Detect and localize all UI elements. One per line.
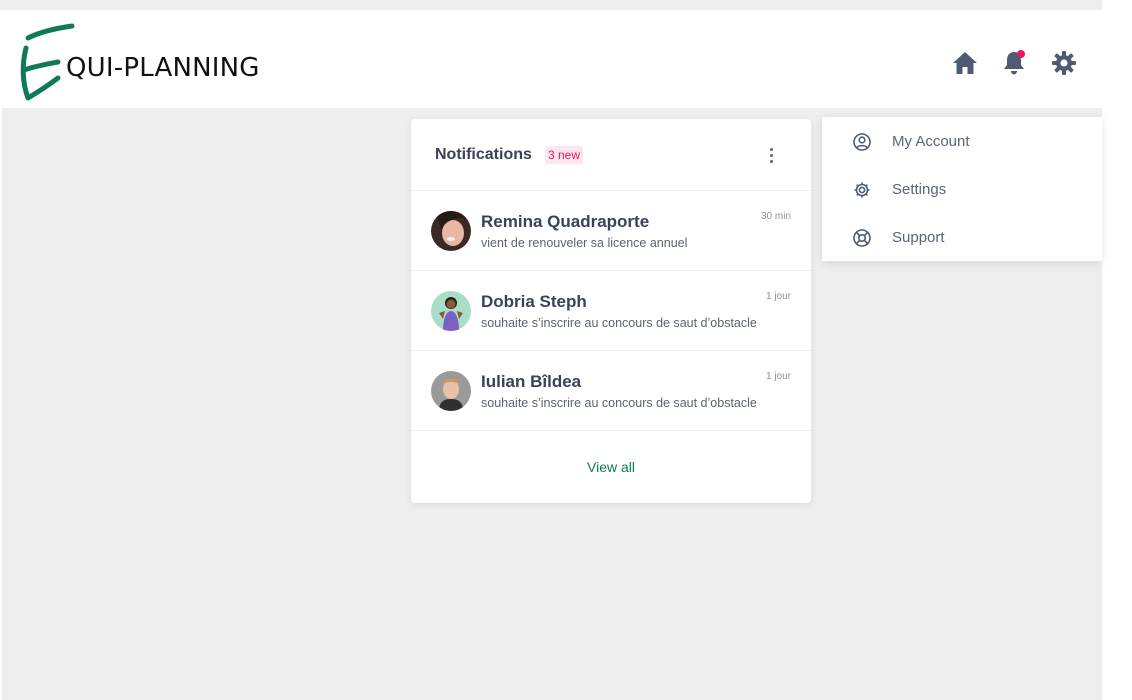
notifications-button[interactable] (999, 48, 1029, 78)
notifications-panel: Notifications 3 new Remina Quadraporte v… (411, 119, 811, 503)
new-count-badge: 3 new (545, 146, 584, 164)
notification-text: souhaite s’inscrire au concours de saut … (481, 396, 757, 410)
avatar (431, 371, 471, 411)
app-header: QUI-PLANNING (2, 10, 1102, 108)
brand-logo[interactable]: QUI-PLANNING (18, 22, 318, 102)
menu-item-label: My Account (892, 133, 970, 150)
menu-item-label: Support (892, 229, 945, 246)
view-all-link[interactable]: View all (411, 431, 811, 503)
kebab-dot (769, 159, 773, 163)
home-button[interactable] (950, 48, 980, 78)
menu-item-label: Settings (892, 181, 947, 198)
notification-item[interactable]: Remina Quadraporte vient de renouveler s… (411, 191, 811, 271)
user-circle-icon (852, 132, 872, 152)
notification-dot (1017, 50, 1025, 58)
lifebuoy-icon (852, 228, 872, 248)
notifications-header: Notifications 3 new (411, 119, 811, 191)
menu-item-support[interactable]: Support (822, 213, 1102, 261)
notification-text: vient de renouveler sa licence annuel (481, 236, 688, 250)
menu-item-my-account[interactable]: My Account (822, 117, 1102, 165)
top-strip (0, 0, 1102, 10)
menu-item-settings[interactable]: Settings (822, 165, 1102, 213)
notifications-title: Notifications (435, 146, 532, 163)
settings-button[interactable] (1049, 48, 1079, 78)
notification-time: 30 min (760, 211, 791, 222)
notification-text: souhaite s’inscrire au concours de saut … (481, 316, 757, 330)
notification-name: Remina Quadraporte (481, 212, 650, 231)
home-icon (953, 52, 977, 74)
logo-text: QUI-PLANNING (66, 53, 260, 83)
notification-name: Dobria Steph (481, 292, 587, 311)
kebab-dot (769, 153, 773, 157)
notification-item[interactable]: Iulian Bîldea souhaite s’inscrire au con… (411, 351, 811, 431)
kebab-dot (769, 147, 773, 151)
avatar (431, 291, 471, 331)
notification-time: 1 jour (765, 291, 791, 302)
avatar (431, 211, 471, 251)
gear-icon (1052, 51, 1076, 75)
account-menu: My Account Settings Support (822, 117, 1102, 261)
notification-name: Iulian Bîldea (481, 372, 582, 391)
gear-icon (852, 180, 872, 200)
notification-item[interactable]: Dobria Steph souhaite s’inscrire au conc… (411, 271, 811, 351)
more-options-button[interactable] (761, 144, 781, 166)
notification-time: 1 jour (765, 371, 791, 382)
